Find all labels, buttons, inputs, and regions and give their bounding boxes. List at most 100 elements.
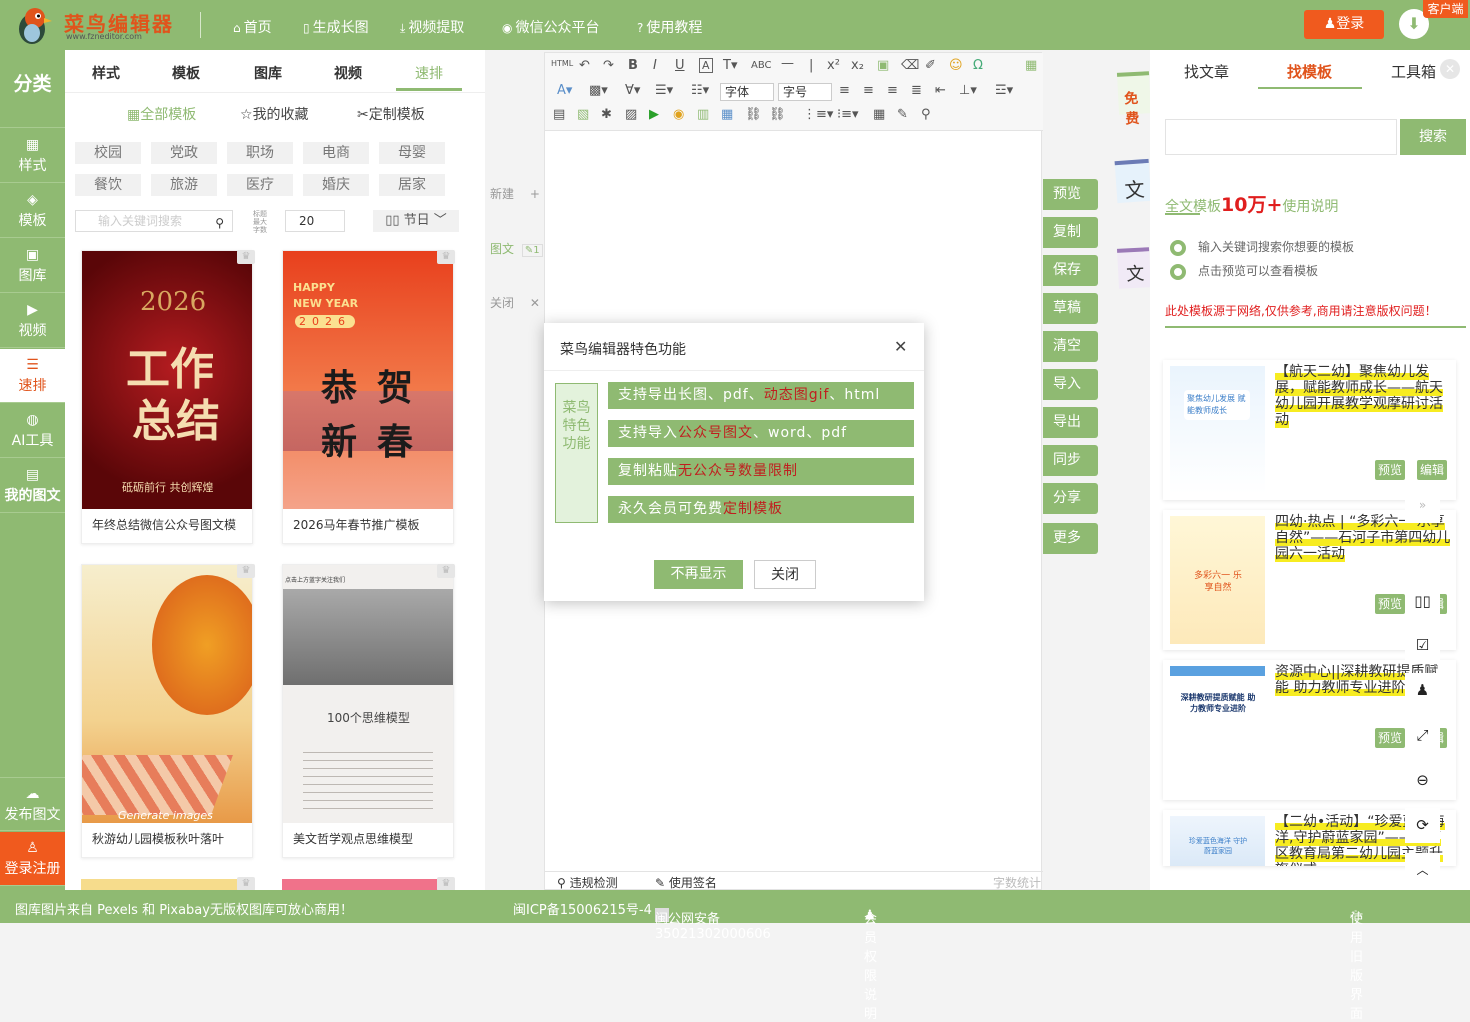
template-card[interactable]: HAPPY NEW YEAR 2026 恭贺 新春 2026马年春节推广模板 bbox=[282, 250, 454, 544]
category-party[interactable]: 党政 bbox=[151, 142, 217, 164]
template-card[interactable]: Generate images 秋游幼儿园模板秋叶落叶 bbox=[81, 564, 253, 858]
icp-link[interactable]: 闽ICP备15006215号-4 bbox=[513, 899, 652, 918]
category-medical[interactable]: 医疗 bbox=[227, 174, 293, 196]
subtab-favorites[interactable]: ☆我的收藏 bbox=[240, 104, 309, 124]
dont-show-again-button[interactable]: 不再显示 bbox=[654, 560, 743, 589]
sidebar-item-template[interactable]: ◈ 模板 bbox=[0, 184, 65, 238]
emoji-icon[interactable]: ☺ bbox=[949, 58, 963, 73]
tab-quick-layout[interactable]: 速排 bbox=[415, 63, 443, 83]
close-icon[interactable]: ✕ bbox=[1440, 59, 1460, 79]
tab-find-article[interactable]: 找文章 bbox=[1184, 61, 1229, 82]
category-ecommerce[interactable]: 电商 bbox=[303, 142, 369, 164]
client-badge[interactable]: 客户端 bbox=[1423, 0, 1468, 18]
font-color-icon[interactable]: T▾ bbox=[723, 58, 737, 73]
free-widget[interactable]: 免费 bbox=[1116, 71, 1152, 127]
text-widget[interactable]: 文 bbox=[1114, 158, 1152, 204]
line-height-icon[interactable]: ☰▾ bbox=[655, 83, 673, 98]
map-icon[interactable]: ▯▯ bbox=[1405, 584, 1440, 619]
sidebar-item-my-articles[interactable]: ▤ 我的图文 bbox=[0, 459, 65, 513]
redo-icon[interactable]: ↷ bbox=[603, 58, 614, 73]
sync-button[interactable]: 同步 bbox=[1043, 445, 1098, 476]
close-icon[interactable]: ✕ bbox=[894, 337, 907, 356]
category-wedding[interactable]: 婚庆 bbox=[303, 174, 369, 196]
category-baby[interactable]: 母婴 bbox=[379, 142, 445, 164]
nav-video-extract[interactable]: ⤓ 视频提取 bbox=[400, 17, 464, 37]
subscript-icon[interactable]: x₂ bbox=[851, 58, 864, 73]
texture-icon[interactable]: ▨ bbox=[625, 107, 637, 122]
template-card[interactable]: 点击上方蓝字关注我们 100个思维模型 美文哲学观点思维模型 bbox=[282, 564, 454, 858]
preview-button[interactable]: 预览 bbox=[1375, 594, 1405, 614]
undo-icon[interactable]: ↶ bbox=[579, 58, 590, 73]
nav-wechat[interactable]: ◉ 微信公众平台 bbox=[502, 17, 599, 37]
collapse-icon[interactable]: » bbox=[1405, 488, 1440, 523]
font-color-a-icon[interactable]: A▾ bbox=[557, 83, 572, 98]
sidebar-item-publish[interactable]: ☁ 发布图文 bbox=[0, 777, 65, 831]
template-result-card[interactable]: 聚焦幼儿发展 赋能教师成长 【航天二幼】聚焦幼儿发展，赋能教师成长——航天幼儿园… bbox=[1163, 360, 1456, 500]
background-color-icon[interactable]: ▩▾ bbox=[589, 83, 608, 98]
text-size-icon[interactable]: Ɐ▾ bbox=[625, 83, 640, 98]
paragraph-format-icon[interactable]: ☲▾ bbox=[995, 83, 1013, 98]
bird-logo-icon[interactable] bbox=[10, 3, 54, 47]
zoom-icon[interactable]: ⚲ bbox=[921, 107, 931, 122]
clear-format-icon[interactable]: ✎ bbox=[897, 107, 908, 122]
link-icon[interactable]: ⛓ bbox=[745, 107, 762, 122]
template-card-partial[interactable] bbox=[282, 879, 454, 890]
map-icon[interactable]: ▥ bbox=[697, 107, 709, 122]
export-button[interactable]: 导出 bbox=[1043, 407, 1098, 438]
insert-image-icon[interactable]: ▤ bbox=[553, 107, 565, 122]
align-right-icon[interactable]: ≡ bbox=[887, 83, 898, 98]
align-left-icon[interactable]: ≡ bbox=[839, 83, 850, 98]
subtab-custom[interactable]: ✂定制模板 bbox=[357, 104, 425, 124]
insert-image-plus-icon[interactable]: ▧ bbox=[577, 107, 589, 122]
article-button[interactable]: 图文 ✎1 bbox=[490, 240, 543, 257]
template-card[interactable]: 2026 工作 总结 砥砺前行 共创辉煌 年终总结微信公众号图文模 bbox=[81, 250, 253, 544]
paste-icon[interactable]: ▦ bbox=[873, 107, 885, 122]
sidebar-item-video[interactable]: ▶ 视频 bbox=[0, 294, 65, 348]
share-button[interactable]: 分享 bbox=[1043, 483, 1098, 514]
format-brush-icon[interactable]: ✐ bbox=[925, 58, 936, 73]
nav-long-image[interactable]: ▯ 生成长图 bbox=[303, 17, 369, 37]
superscript-icon[interactable]: x² bbox=[827, 58, 840, 73]
import-button[interactable]: 导入 bbox=[1043, 369, 1098, 400]
category-home[interactable]: 居家 bbox=[379, 174, 445, 196]
preview-button[interactable]: 预览 bbox=[1375, 460, 1405, 480]
back-to-top-icon[interactable]: ︿ bbox=[1405, 853, 1440, 888]
unordered-list-icon[interactable]: ⁝≡▾ bbox=[837, 107, 859, 122]
sidebar-item-login-register[interactable]: ♙ 登录注册 bbox=[0, 832, 65, 886]
template-card-partial[interactable] bbox=[81, 879, 253, 890]
tab-template[interactable]: 模板 bbox=[172, 63, 200, 83]
search-icon[interactable]: ⚲ bbox=[215, 213, 224, 233]
preview-button[interactable]: 预览 bbox=[1043, 179, 1098, 210]
html-icon[interactable]: HTML bbox=[551, 59, 573, 68]
sidebar-item-style[interactable]: ▦ 样式 bbox=[0, 129, 65, 183]
preview-button[interactable]: 预览 bbox=[1375, 728, 1405, 748]
tab-toolbox[interactable]: 工具箱 bbox=[1391, 61, 1436, 82]
tab-find-template[interactable]: 找模板 bbox=[1287, 61, 1332, 82]
close-doc-button[interactable]: 关闭 ✕ bbox=[490, 294, 540, 311]
table-icon[interactable]: ▦ bbox=[721, 107, 733, 122]
close-dialog-button[interactable]: 关闭 bbox=[754, 560, 816, 589]
draft-button[interactable]: 草稿 bbox=[1043, 293, 1098, 324]
category-campus[interactable]: 校园 bbox=[75, 142, 141, 164]
copy-button[interactable]: 复制 bbox=[1043, 217, 1098, 248]
expand-icon[interactable]: ⤢ bbox=[1405, 718, 1440, 753]
play-video-icon[interactable]: ▶ bbox=[649, 107, 659, 122]
tab-video[interactable]: 视频 bbox=[334, 63, 362, 83]
nav-tutorial[interactable]: ? 使用教程 bbox=[637, 17, 702, 37]
template-search-field[interactable] bbox=[1165, 119, 1397, 155]
text-widget[interactable]: 文 bbox=[1116, 247, 1152, 289]
save-button[interactable]: 保存 bbox=[1043, 255, 1098, 286]
sidebar-item-ai-tools[interactable]: ◍ AI工具 bbox=[0, 404, 65, 458]
subtab-all-templates[interactable]: ▦全部模板 bbox=[127, 104, 196, 124]
omega-icon[interactable]: Ω bbox=[973, 58, 983, 73]
qq-icon[interactable]: ♟ bbox=[1405, 673, 1440, 708]
clear-button[interactable]: 清空 bbox=[1043, 331, 1098, 362]
tab-gallery[interactable]: 图库 bbox=[254, 63, 282, 83]
italic-icon[interactable]: I bbox=[653, 58, 657, 73]
eraser-icon[interactable]: ⌫ bbox=[901, 58, 919, 73]
more-button[interactable]: 更多 bbox=[1043, 523, 1098, 554]
sidebar-item-quick-layout[interactable]: ☰ 速排 bbox=[0, 349, 65, 403]
new-doc-button[interactable]: 新建 + bbox=[490, 185, 540, 202]
login-button[interactable]: ♟登录 bbox=[1304, 10, 1384, 39]
signature-button[interactable]: ✎ 使用签名 bbox=[655, 874, 717, 891]
